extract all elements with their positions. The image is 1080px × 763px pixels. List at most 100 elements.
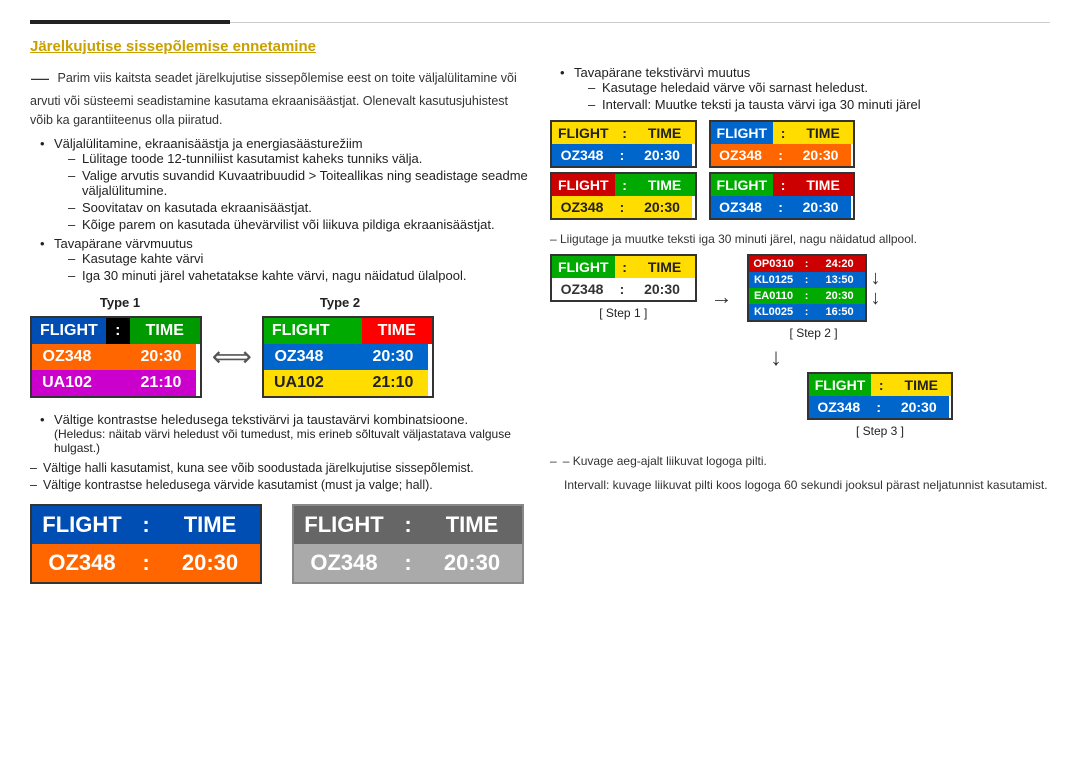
type2-label: Type 2 xyxy=(230,295,450,310)
r1-oz-sep: : xyxy=(612,144,632,166)
bl1-sep1: : xyxy=(132,506,160,544)
t1-oz-time: 20:30 xyxy=(126,344,196,370)
grey-note: Vältige halli kasutamist, kuna see võib … xyxy=(30,461,530,475)
r4-oz-num: OZ348 xyxy=(711,196,771,218)
t1-sep1: : xyxy=(106,318,130,344)
bottom-boards-row: FLIGHT : TIME OZ348 : 20:30 FLIGHT : TIM… xyxy=(30,504,530,584)
last-note-1: –– Kuvage aeg-ajalt liikuvat logoga pilt… xyxy=(550,452,1050,470)
step-right-arrow-icon: → xyxy=(711,284,733,310)
bl2-sep1: : xyxy=(394,506,422,544)
step1-flight: FLIGHT xyxy=(552,256,615,278)
r4-oz-sep: : xyxy=(771,196,791,218)
bl2-oz-sep: : xyxy=(394,544,422,582)
type1-label: Type 1 xyxy=(30,295,210,310)
r4-flight-header: FLIGHT xyxy=(711,174,774,196)
r2-sep1: : xyxy=(773,122,793,144)
step2-row2-val: 13:50 xyxy=(815,272,865,288)
bw-note: Vältige kontrastse heledusega värvide ka… xyxy=(30,478,530,492)
t1-time-header: TIME xyxy=(130,318,200,344)
step2-row4-sep: : xyxy=(799,304,815,320)
r1-time-header: TIME xyxy=(635,122,695,144)
board-type1: FLIGHT : TIME OZ348 : 20:30 UA102 : 21:1… xyxy=(30,316,202,398)
step2-row1-sep: : xyxy=(799,256,815,272)
t2-sep1: : xyxy=(338,318,362,344)
r1-oz-time: 20:30 xyxy=(632,144,692,166)
top-note: — Parim viis kaitsta seadet järelkujutis… xyxy=(30,65,530,130)
step2-col: OP0310 : 24:20 KL0125 : 13:50 EA0110 : xyxy=(747,254,881,340)
bl1-oz-sep: : xyxy=(132,544,160,582)
step2-content: OP0310 : 24:20 KL0125 : 13:50 EA0110 : xyxy=(747,254,881,322)
r2-flight-header: FLIGHT xyxy=(711,122,774,144)
r2-oz-time: 20:30 xyxy=(791,144,851,166)
t1-ua-time: 21:10 xyxy=(126,370,196,396)
r4-time-header: TIME xyxy=(793,174,853,196)
last-note-2: Intervall: kuvage liikuvat pilti koos lo… xyxy=(550,476,1050,494)
step2-board: OP0310 : 24:20 KL0125 : 13:50 EA0110 : xyxy=(747,254,867,322)
types-boards-row: FLIGHT : TIME OZ348 : 20:30 UA102 : 21:1… xyxy=(30,316,530,398)
r3-oz-num: OZ348 xyxy=(552,196,612,218)
right-board-3: FLIGHT : TIME OZ348 : 20:30 xyxy=(550,172,697,220)
step2-row4-val: 16:50 xyxy=(815,304,865,320)
right-boards-row2: FLIGHT : TIME OZ348 : 20:30 FLIGHT : xyxy=(550,172,1050,220)
t1-flight-header: FLIGHT xyxy=(32,318,106,344)
step-note: – Liigutage ja muutke teksti iga 30 minu… xyxy=(550,230,1050,248)
step3-oz-sep: : xyxy=(869,396,889,418)
t2-oz-sep: : xyxy=(334,344,358,370)
r1-sep1: : xyxy=(615,122,635,144)
r2-oz-sep: : xyxy=(771,144,791,166)
t2-ua-sep: : xyxy=(334,370,358,396)
step3-label: [ Step 3 ] xyxy=(856,424,904,438)
right-board-2: FLIGHT : TIME OZ348 : 20:30 xyxy=(709,120,856,168)
step3-board: FLIGHT : TIME OZ348 : 20:30 xyxy=(807,372,954,420)
step3-oz-num: OZ348 xyxy=(809,396,869,418)
t2-time-header: TIME xyxy=(362,318,432,344)
r2-time-header: TIME xyxy=(793,122,853,144)
t2-oz-time: 20:30 xyxy=(358,344,428,370)
bullet-item-2: Tavapärane värvmuutus Kasutage kahte vär… xyxy=(40,236,530,283)
top-divider xyxy=(30,20,1050,24)
bl2-oz-time: 20:30 xyxy=(422,544,522,582)
type-labels-row: Type 1 Type 2 xyxy=(30,295,530,310)
t2-ua-time: 21:10 xyxy=(358,370,428,396)
t2-flight-header: FLIGHT xyxy=(264,318,338,344)
t1-ua-num: UA102 xyxy=(32,370,102,396)
r1-flight-header: FLIGHT xyxy=(552,122,615,144)
step1-time: TIME xyxy=(635,256,695,278)
bl2-oz-num: OZ348 xyxy=(294,544,394,582)
double-arrow-icon: ⟺ xyxy=(212,340,252,373)
right-top-notes: Tavapärane tekstivärvì muutus Kasutage h… xyxy=(550,65,1050,112)
bl1-flight-header: FLIGHT xyxy=(32,506,132,544)
r1-oz-num: OZ348 xyxy=(552,144,612,166)
bl2-time-header: TIME xyxy=(422,506,522,544)
step2-row2-num: KL0125 xyxy=(749,272,799,288)
section-title: Järelkujutise sissepõlemise ennetamine xyxy=(30,38,1050,55)
step2-row3-val: 20:30 xyxy=(815,288,865,304)
step2-row3-sep: : xyxy=(799,288,815,304)
last-notes: –– Kuvage aeg-ajalt liikuvat logoga pilt… xyxy=(550,452,1050,494)
bottom-board-2: FLIGHT : TIME OZ348 : 20:30 xyxy=(292,504,524,584)
r2-oz-num: OZ348 xyxy=(711,144,771,166)
step-down-arrow-icon: ↓ xyxy=(770,344,1050,372)
t1-ua-sep: : xyxy=(102,370,126,396)
t1-oz-num: OZ348 xyxy=(32,344,102,370)
step1-oz-num: OZ348 xyxy=(552,278,612,300)
t2-ua-num: UA102 xyxy=(264,370,334,396)
steps-row: FLIGHT : TIME OZ348 : 20:30 [ Step 1 ] → xyxy=(550,254,1050,340)
step3-col: FLIGHT : TIME OZ348 : 20:30 [ Step 3 ] xyxy=(710,372,1050,438)
step1-oz-time: 20:30 xyxy=(632,278,692,300)
bl1-time-header: TIME xyxy=(160,506,260,544)
r3-flight-header: FLIGHT xyxy=(552,174,615,196)
step2-down-arrows: ↓ ↓ xyxy=(871,268,881,308)
contrast-note: Vältige kontrastse heledusega tekstivärv… xyxy=(30,412,530,455)
step2-row2-sep: : xyxy=(799,272,815,288)
r3-sep1: : xyxy=(615,174,635,196)
board-type2: FLIGHT : TIME OZ348 : 20:30 UA102 : 21:1… xyxy=(262,316,434,398)
right-boards-row1: FLIGHT : TIME OZ348 : 20:30 FLIGHT : xyxy=(550,120,1050,168)
bl1-oz-num: OZ348 xyxy=(32,544,132,582)
step3-flight: FLIGHT xyxy=(809,374,872,396)
step2-row4-num: KL0025 xyxy=(749,304,799,320)
right-board-4: FLIGHT : TIME OZ348 : 20:30 xyxy=(709,172,856,220)
step1-label: [ Step 1 ] xyxy=(599,306,647,320)
r3-oz-time: 20:30 xyxy=(632,196,692,218)
step2-row1-num: OP0310 xyxy=(749,256,799,272)
